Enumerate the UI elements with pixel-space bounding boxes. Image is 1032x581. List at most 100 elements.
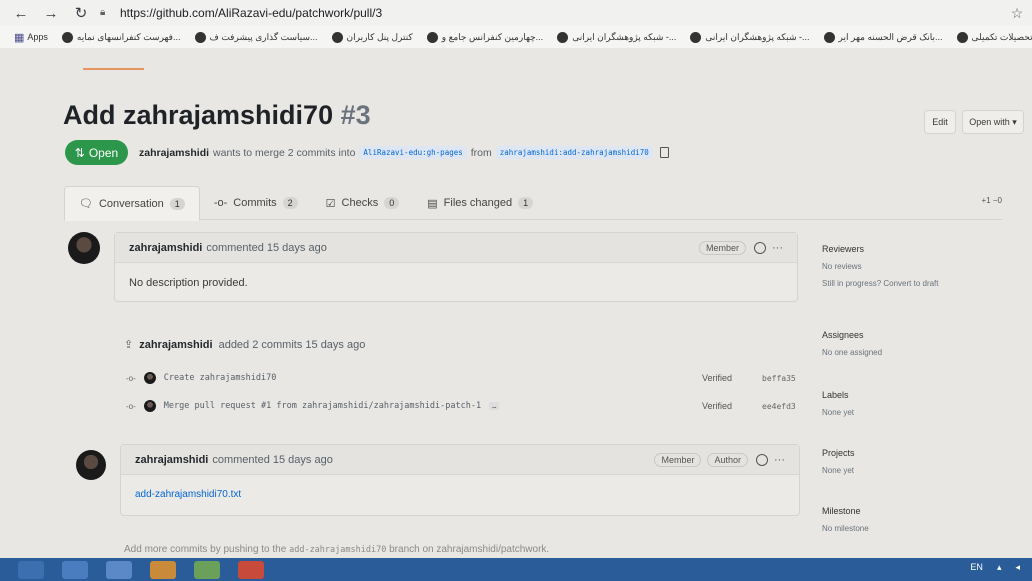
reviewers-heading[interactable]: Reviewers	[822, 244, 1012, 254]
verified-badge[interactable]: Verified	[702, 401, 732, 411]
clipboard-copy-icon[interactable]	[659, 147, 669, 158]
taskbar-app-icon[interactable]	[150, 560, 176, 579]
push-hint: Add more commits by pushing to the add-z…	[124, 544, 550, 555]
reviewers-value: No reviews	[822, 262, 862, 271]
address-bar[interactable]: 🔒︎ https://github.com/AliRazavi-edu/patc…	[100, 3, 1002, 23]
avatar[interactable]	[68, 232, 100, 264]
comment-header: zahrajamshidi commented 15 days ago Memb…	[115, 233, 797, 263]
convert-to-draft-link[interactable]: Still in progress? Convert to draft	[822, 279, 1012, 288]
chevron-down-icon: ▾	[1012, 116, 1017, 127]
diffstat: +1 −0	[981, 196, 1002, 205]
kebab-menu-icon[interactable]: ···	[774, 454, 785, 466]
reload-icon[interactable]: ↻	[70, 3, 92, 23]
expand-commit-button[interactable]: …	[489, 402, 500, 410]
bookmark-favicon-icon	[690, 31, 702, 43]
smiley-icon[interactable]	[756, 453, 768, 466]
apps-grid-icon: ▦	[14, 31, 24, 44]
edit-button[interactable]: Edit	[924, 110, 956, 134]
url-text: https://github.com/AliRazavi-edu/patchwo…	[120, 6, 383, 20]
comment-author-link[interactable]: zahrajamshidi	[129, 242, 202, 254]
projects-section: Projects None yet	[822, 448, 1012, 483]
tab-files-changed[interactable]: ▤ Files changed 1	[413, 186, 547, 220]
open-with-button[interactable]: Open with ▾	[962, 110, 1024, 134]
bookmark-item[interactable]: دفتر تحصیلات تکمیلی	[956, 31, 1032, 43]
bookmark-item[interactable]: کنترل پنل کاربران	[331, 31, 413, 43]
tab-count: 0	[384, 197, 400, 209]
comment-author-link[interactable]: zahrajamshidi	[135, 454, 208, 466]
bookmark-star-icon[interactable]: ☆	[1002, 5, 1032, 22]
tab-count: 1	[518, 197, 534, 209]
commit-sha-link[interactable]: beffa35	[762, 374, 796, 383]
comment-box: zahrajamshidi commented 15 days ago Memb…	[114, 232, 798, 302]
back-arrow-icon[interactable]: ←	[10, 3, 32, 23]
repo-tab-code[interactable]	[40, 48, 43, 70]
system-tray: EN ▴ ◂	[970, 562, 1020, 573]
github-pr-page: Add zahrajamshidi70 #3 Edit Open with ▾ …	[0, 48, 1032, 558]
os-taskbar: EN ▴ ◂	[0, 558, 1032, 581]
assignees-value: No one assigned	[822, 348, 883, 357]
commit-sha-link[interactable]: ee4efd3	[762, 402, 796, 411]
head-branch[interactable]: zahrajamshidi:add-zahrajamshidi70	[495, 146, 653, 159]
repo-tab-pull-requests[interactable]	[82, 48, 144, 70]
bookmark-item[interactable]: شبکه پژوهشگران ایرانی -...	[690, 31, 810, 43]
labels-heading[interactable]: Labels	[822, 390, 1012, 400]
reviewers-section: Reviewers No reviews Still in progress? …	[822, 244, 1012, 296]
avatar[interactable]	[76, 450, 106, 480]
forward-arrow-icon[interactable]: →	[40, 3, 62, 23]
bookmark-favicon-icon	[331, 31, 343, 43]
avatar[interactable]	[143, 372, 156, 384]
commit-message-link[interactable]: Create zahrajamshidi70	[164, 373, 277, 383]
browser-toolbar: ← → ↻ 🔒︎ https://github.com/AliRazavi-ed…	[0, 0, 1032, 26]
comment-discussion-icon: 🗨︎	[79, 198, 93, 210]
author-badge: Author	[707, 452, 748, 467]
network-icon[interactable]: ▴	[997, 562, 1002, 573]
start-icon[interactable]	[18, 560, 44, 579]
pr-author-link[interactable]: zahrajamshidi	[139, 147, 209, 159]
event-author-link[interactable]: zahrajamshidi	[139, 339, 212, 351]
commit-icon: -o-	[213, 197, 228, 209]
taskbar-app-icon[interactable]	[106, 560, 132, 579]
bookmark-item[interactable]: بانک قرض الحسنه مهر ایر...	[823, 31, 943, 43]
base-branch[interactable]: AliRazavi-edu:gh-pages	[359, 146, 467, 159]
bookmark-favicon-icon	[956, 31, 968, 43]
verified-badge[interactable]: Verified	[702, 373, 732, 383]
assignees-heading[interactable]: Assignees	[822, 330, 1012, 340]
commit-row: -o- Create zahrajamshidi70 Verified beff…	[126, 372, 806, 384]
bookmark-item[interactable]: سیاست گذاری پیشرفت ف...	[194, 31, 318, 43]
file-link[interactable]: add-zahrajamshidi70.txt	[121, 475, 799, 514]
smiley-icon[interactable]	[754, 241, 766, 254]
comment-header: zahrajamshidi commented 15 days ago Memb…	[121, 445, 799, 475]
tab-checks[interactable]: ☑ Checks 0	[312, 186, 414, 220]
bookmark-apps[interactable]: ▦ Apps	[14, 31, 48, 44]
tab-commits[interactable]: -o- Commits 2	[200, 186, 312, 220]
bookmark-item[interactable]: چهارمین کنفرانس جامع و...	[426, 31, 543, 43]
taskbar-app-icon[interactable]	[194, 560, 220, 579]
volume-icon[interactable]: ◂	[1015, 562, 1020, 573]
commit-message-link[interactable]: Merge pull request #1 from zahrajamshidi…	[164, 401, 481, 411]
pr-state-badge: ⇅ Open	[65, 140, 128, 165]
bookmark-favicon-icon	[557, 31, 569, 43]
labels-section: Labels None yet	[822, 390, 1012, 425]
member-badge: Member	[698, 240, 746, 255]
kebab-menu-icon[interactable]: ···	[772, 242, 783, 254]
repo-link[interactable]: zahrajamshidi/patchwork.	[436, 544, 549, 555]
comment-box: zahrajamshidi commented 15 days ago Memb…	[120, 444, 800, 516]
commit-icon: -o-	[126, 373, 136, 383]
bookmark-item[interactable]: شبکه پژوهشگران ایرانی -...	[557, 31, 676, 43]
milestone-value: No milestone	[822, 524, 869, 533]
chrome-icon[interactable]	[238, 560, 264, 579]
checklist-icon: ☑	[325, 197, 336, 210]
projects-heading[interactable]: Projects	[822, 448, 1012, 458]
file-diff-icon: ▤	[427, 197, 438, 210]
avatar[interactable]	[143, 400, 156, 412]
bookmark-item[interactable]: فهرست کنفرانسهای نمایه...	[61, 31, 181, 43]
comment-body: No description provided.	[129, 277, 248, 289]
tab-count: 2	[282, 197, 298, 209]
taskbar-app-icon[interactable]	[62, 560, 88, 579]
language-indicator[interactable]: EN	[970, 562, 983, 573]
milestone-heading[interactable]: Milestone	[822, 506, 1012, 516]
commit-row: -o- Merge pull request #1 from zahrajams…	[126, 400, 806, 412]
projects-value: None yet	[822, 466, 855, 475]
tab-conversation[interactable]: 🗨︎ Conversation 1	[64, 186, 200, 221]
bookmark-favicon-icon	[194, 31, 206, 43]
